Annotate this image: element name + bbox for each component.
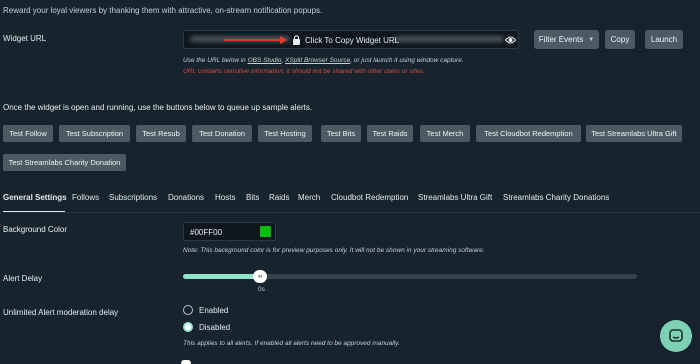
tab-general-settings[interactable]: General Settings xyxy=(3,193,67,202)
radio-enabled-label[interactable]: Enabled xyxy=(199,306,228,315)
alert-delay-slider[interactable]: ‹› xyxy=(183,270,637,283)
next-toggle[interactable] xyxy=(181,360,191,364)
test-streamlabs-charity-donation-button[interactable]: Test Streamlabs Charity Donation xyxy=(3,154,126,171)
moderation-delay-label: Unlimited Alert moderation delay xyxy=(3,308,119,317)
test-bits-button[interactable]: Test Bits xyxy=(321,125,361,142)
chat-support-button[interactable] xyxy=(660,320,692,352)
tab-hosts[interactable]: Hosts xyxy=(215,193,235,202)
tab-bits[interactable]: Bits xyxy=(246,193,259,202)
test-subscription-button[interactable]: Test Subscription xyxy=(59,125,130,142)
tab-raids[interactable]: Raids xyxy=(269,193,289,202)
xsplit-link[interactable]: XSplit Browser Source xyxy=(285,57,350,64)
radio-disabled[interactable] xyxy=(183,322,193,332)
lock-icon xyxy=(293,35,300,45)
test-hosting-button[interactable]: Test Hosting xyxy=(258,125,312,142)
color-swatch[interactable] xyxy=(260,226,271,237)
tab-follows[interactable]: Follows xyxy=(72,193,99,202)
tabs-divider xyxy=(0,212,700,213)
chat-icon xyxy=(669,329,683,342)
alert-delay-slider-handle[interactable]: ‹› xyxy=(253,270,268,283)
test-follow-button[interactable]: Test Follow xyxy=(3,125,53,142)
eye-icon[interactable] xyxy=(505,35,516,45)
tab-cloudbot-redemption[interactable]: Cloudbot Redemption xyxy=(331,193,408,202)
tab-merch[interactable]: Merch xyxy=(298,193,320,202)
launch-button[interactable]: Launch xyxy=(645,30,683,49)
test-cloudbot-redemption-button[interactable]: Test Cloudbot Redemption xyxy=(476,125,581,142)
background-color-label: Background Color xyxy=(3,225,68,234)
intro-text: Reward your loyal viewers by thanking th… xyxy=(3,6,323,15)
tab-subscriptions[interactable]: Subscriptions xyxy=(109,193,157,202)
tab-streamlabs-ultra-gift[interactable]: Streamlabs Ultra Gift xyxy=(418,193,492,202)
radio-enabled[interactable] xyxy=(183,305,193,315)
test-donation-button[interactable]: Test Donation xyxy=(192,125,252,142)
widget-url-field[interactable]: Click To Copy Widget URL xyxy=(183,30,519,49)
radio-disabled-label[interactable]: Disabled xyxy=(199,323,230,332)
background-color-value: #00FF00 xyxy=(190,228,223,237)
copy-button[interactable]: Copy xyxy=(605,30,635,49)
widget-url-label: Widget URL xyxy=(3,34,47,43)
url-warning-text: URL contains sensitive information, it s… xyxy=(183,68,425,75)
filter-events-label: Filter Events xyxy=(538,35,584,44)
alert-delay-slider-fill xyxy=(183,274,261,279)
copy-widget-url-text[interactable]: Click To Copy Widget URL xyxy=(305,36,399,45)
background-color-input[interactable]: #00FF00 xyxy=(183,222,276,241)
annotation-arrow-head xyxy=(280,36,287,44)
obs-studio-link[interactable]: OBS Studio xyxy=(248,57,282,64)
test-raids-button[interactable]: Test Raids xyxy=(367,125,413,142)
blurred-url-end xyxy=(394,36,504,42)
chevron-down-icon: ▼ xyxy=(588,36,595,43)
alert-delay-label: Alert Delay xyxy=(3,274,43,283)
test-streamlabs-ultra-gift-button[interactable]: Test Streamlabs Ultra Gift xyxy=(586,125,682,142)
moderation-note: This applies to all alerts. If enabled a… xyxy=(183,340,400,347)
tab-donations[interactable]: Donations xyxy=(168,193,204,202)
tab-streamlabs-charity-donations[interactable]: Streamlabs Charity Donations xyxy=(503,193,609,202)
queue-instructions: Once the widget is open and running, use… xyxy=(3,103,313,112)
url-help-text: Use the URL below in OBS Studio, XSplit … xyxy=(183,57,464,64)
test-merch-button[interactable]: Test Merch xyxy=(420,125,470,142)
filter-events-dropdown[interactable]: Filter Events ▼ xyxy=(534,30,599,49)
test-resub-button[interactable]: Test Resub xyxy=(136,125,186,142)
background-color-note: Note: This background color is for previ… xyxy=(183,247,485,254)
alert-delay-value: 0s xyxy=(258,286,265,293)
annotation-arrow xyxy=(224,39,282,41)
